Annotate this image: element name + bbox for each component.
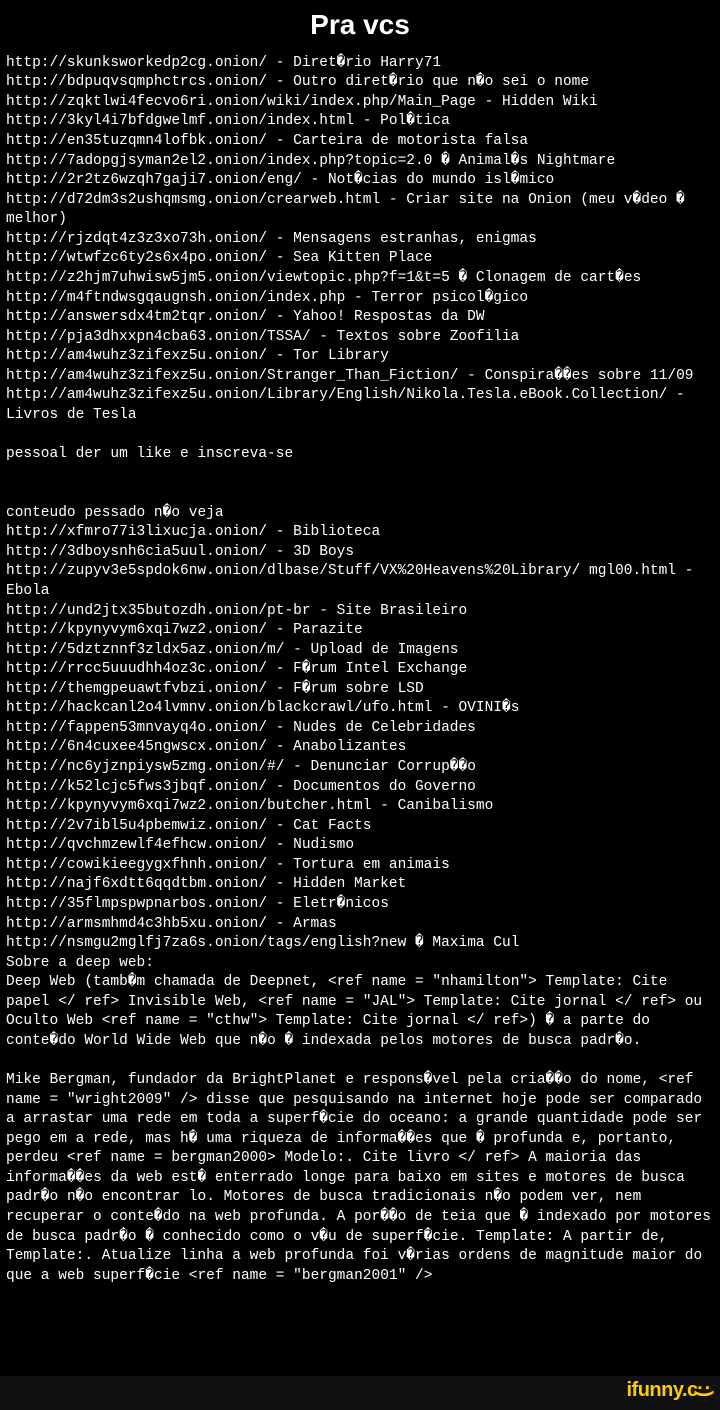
smile-icon: :) [690,1384,717,1396]
page-title: Pra vcs [0,0,720,54]
watermark-text: ifunny.c [626,1379,697,1401]
bottom-bar [0,1376,720,1410]
document-body: http://skunksworkedp2cg.onion/ - Diret�r… [0,54,720,1286]
ifunny-watermark: ifunny.c:) [626,1377,710,1404]
